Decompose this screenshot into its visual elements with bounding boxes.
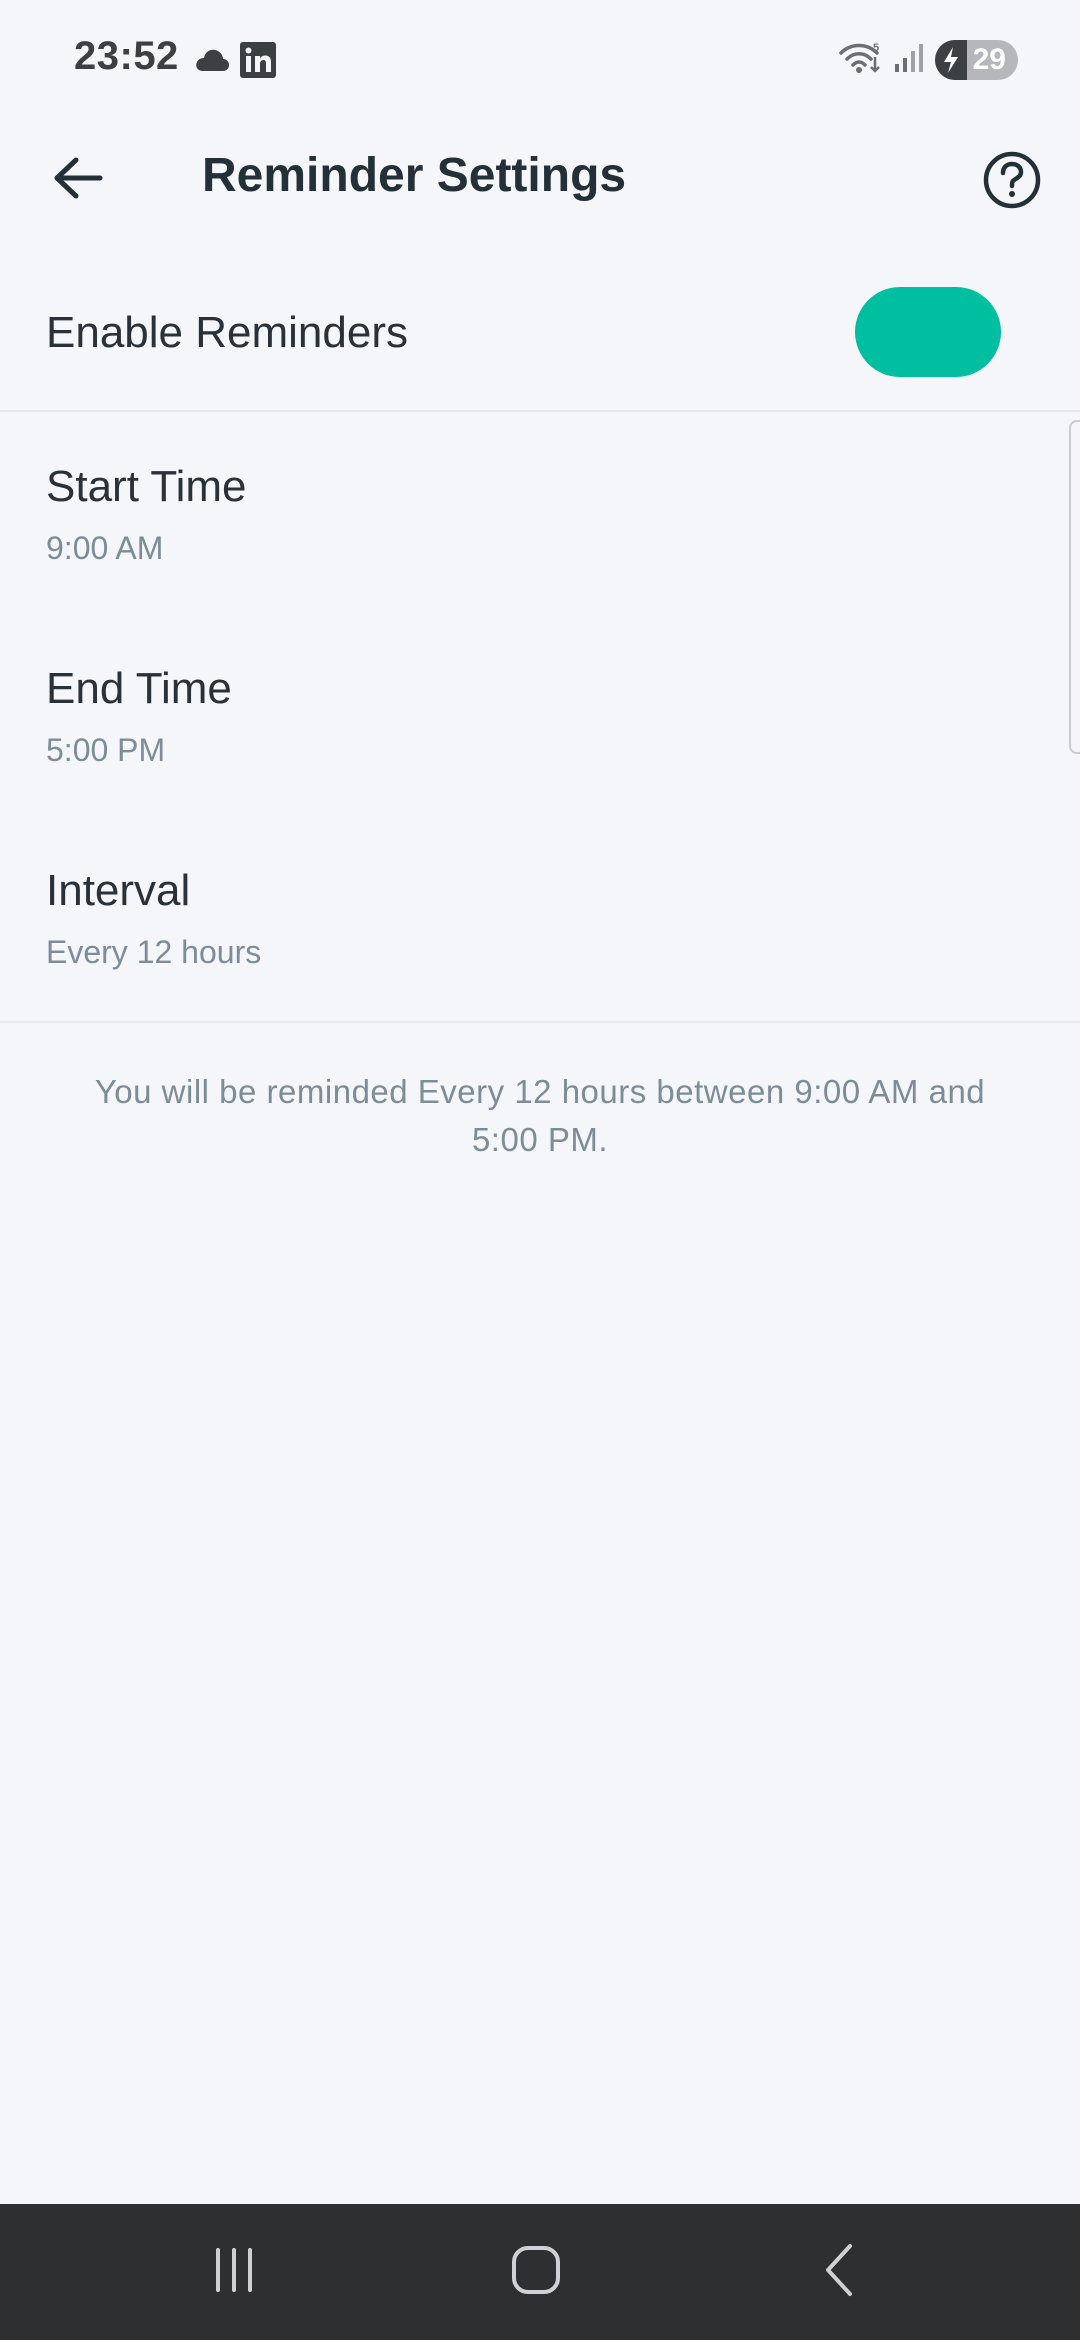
enable-reminders-label: Enable Reminders xyxy=(46,308,408,357)
setting-value: Every 12 hours xyxy=(46,934,262,970)
enable-reminders-toggle[interactable] xyxy=(855,287,1001,377)
battery-level: 29 xyxy=(972,43,1006,76)
app-bar: Reminder Settings xyxy=(0,124,1080,232)
bolt-icon xyxy=(934,40,967,80)
cloud-icon xyxy=(194,47,230,78)
home-icon xyxy=(510,2244,562,2301)
system-nav-bar xyxy=(0,2204,1080,2340)
signal-icon xyxy=(893,42,925,79)
setting-interval[interactable]: Interval Every 12 hours xyxy=(0,816,1080,1018)
wifi-icon: 5 xyxy=(838,41,883,80)
setting-value: 9:00 AM xyxy=(46,530,164,566)
setting-title: Interval xyxy=(46,866,191,915)
back-icon xyxy=(820,2242,860,2303)
status-bar: 23:52 5 29 xyxy=(0,0,1080,124)
setting-start-time[interactable]: Start Time 9:00 AM xyxy=(0,412,1080,614)
scroll-indicator[interactable] xyxy=(1069,420,1080,754)
battery-charging-icon: 29 xyxy=(934,40,1018,80)
status-right-icons: 5 29 xyxy=(838,40,1018,80)
status-left-icons xyxy=(194,42,276,83)
help-button[interactable] xyxy=(972,142,1052,222)
back-button[interactable] xyxy=(40,142,116,218)
setting-end-time[interactable]: End Time 5:00 PM xyxy=(0,614,1080,816)
setting-value: 5:00 PM xyxy=(46,732,166,768)
enable-reminders-row[interactable]: Enable Reminders xyxy=(0,250,1080,412)
status-time: 23:52 xyxy=(74,34,179,78)
home-button[interactable] xyxy=(496,2234,576,2310)
svg-text:5: 5 xyxy=(873,42,879,54)
system-back-button[interactable] xyxy=(800,2234,880,2310)
arrow-left-icon xyxy=(52,156,104,205)
reminder-summary: You will be reminded Every 12 hours betw… xyxy=(94,1073,986,1158)
help-circle-icon xyxy=(982,150,1042,215)
linkedin-icon xyxy=(240,42,276,83)
recent-apps-icon xyxy=(210,2246,258,2299)
setting-title: End Time xyxy=(46,664,232,713)
page-title: Reminder Settings xyxy=(202,149,627,202)
divider xyxy=(0,1021,1080,1023)
recent-apps-button[interactable] xyxy=(194,2234,274,2310)
setting-title: Start Time xyxy=(46,462,247,511)
